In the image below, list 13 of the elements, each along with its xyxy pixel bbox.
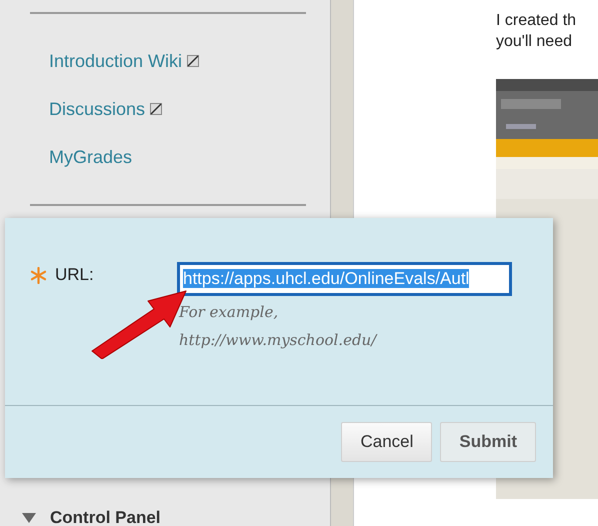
example-hint: For example, (179, 302, 280, 323)
expand-triangle-icon[interactable] (22, 513, 36, 523)
url-field[interactable]: https://apps.uhcl.edu/OnlineEvals/Autl (177, 262, 512, 296)
sidebar-link[interactable]: Introduction Wiki (49, 49, 200, 73)
submit-button[interactable]: Submit (440, 422, 536, 462)
body-text: I created th (496, 11, 578, 31)
body-text: you'll need (496, 32, 573, 52)
sidebar-link[interactable]: MyGrades (49, 145, 132, 169)
section-header[interactable]: Control Panel (50, 508, 161, 526)
field-label: URL: (55, 265, 94, 285)
cancel-button[interactable]: Cancel (341, 422, 432, 462)
example-hint: http://www.myschool.edu/ (179, 330, 378, 351)
sidebar-link[interactable]: Discussions (49, 97, 162, 121)
